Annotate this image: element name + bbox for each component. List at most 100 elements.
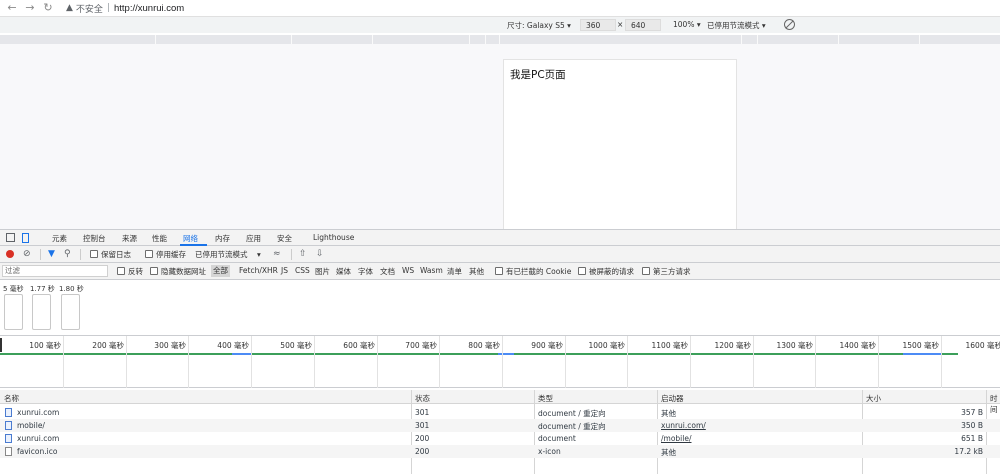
- type-filter-xhr[interactable]: Fetch/XHR: [239, 266, 278, 275]
- timeline-gridline: [377, 336, 378, 388]
- device-screen: 我是PC页面: [503, 59, 737, 229]
- insecure-label[interactable]: 不安全: [76, 2, 103, 15]
- hide-data-urls-label: 隐藏数据网址: [161, 267, 206, 276]
- network-toolbar: ⊘ ▼ ⚲ 保留日志 停用缓存 已停用节流模式 ▾ ≈ ⇧ ⇩: [0, 246, 1000, 263]
- reload-icon[interactable]: ↻: [42, 2, 54, 14]
- url-field[interactable]: http://xunrui.com: [114, 3, 184, 14]
- height-input[interactable]: 640: [625, 19, 661, 31]
- row-type: document / 重定向: [538, 422, 606, 431]
- filter-input[interactable]: 过滤: [2, 265, 108, 277]
- col-name[interactable]: 名称: [4, 393, 19, 404]
- device-toggle-icon[interactable]: [22, 233, 29, 243]
- devtools-tabbar: 元素 控制台 来源 性能 网络 内存 应用 安全 Lighthouse: [0, 229, 1000, 246]
- timeline-tick-label: 400 毫秒: [217, 341, 249, 350]
- type-filter-js[interactable]: JS: [281, 266, 288, 275]
- row-status: 301: [415, 421, 430, 430]
- hide-data-urls-checkbox[interactable]: [150, 267, 158, 275]
- tab-network[interactable]: 网络: [183, 233, 198, 244]
- zoom-select[interactable]: 100% ▾: [673, 20, 701, 29]
- timeline-tick-label: 300 毫秒: [154, 341, 186, 350]
- col-initiator[interactable]: 启动器: [661, 393, 684, 404]
- row-initiator-link[interactable]: xunrui.com/: [661, 421, 706, 430]
- invert-label: 反转: [128, 267, 143, 276]
- device-select[interactable]: 尺寸: Galaxy S5 ▾: [507, 20, 571, 31]
- type-filter-ws[interactable]: WS: [402, 266, 414, 275]
- row-size: 651 B: [961, 434, 983, 443]
- type-filter-manifest[interactable]: 清单: [447, 266, 462, 277]
- record-icon[interactable]: [6, 250, 14, 258]
- table-row[interactable]: favicon.ico 200 x-icon 其他 17.2 kB: [0, 445, 1000, 458]
- tab-security[interactable]: 安全: [277, 233, 292, 244]
- tab-sources[interactable]: 来源: [122, 233, 137, 244]
- wifi-settings-icon[interactable]: ≈: [273, 249, 281, 259]
- row-name: xunrui.com: [17, 408, 60, 417]
- tab-console[interactable]: 控制台: [83, 233, 106, 244]
- row-initiator-link[interactable]: /mobile/: [661, 434, 692, 443]
- col-size[interactable]: 大小: [866, 393, 881, 404]
- screenshot-frame[interactable]: [4, 294, 23, 330]
- arrow-left-icon[interactable]: ←: [6, 2, 18, 14]
- network-throttle-select[interactable]: 已停用节流模式 ▾: [195, 249, 261, 260]
- row-status: 200: [415, 447, 430, 456]
- timeline-gridline: [188, 336, 189, 388]
- upload-icon[interactable]: ⇧: [299, 249, 307, 259]
- inspect-icon[interactable]: [6, 233, 15, 242]
- timeline-tick-label: 1600 毫秒: [965, 341, 1000, 350]
- timeline-bar-download: [498, 353, 514, 355]
- blocked-cookies-checkbox[interactable]: [495, 267, 503, 275]
- tab-memory[interactable]: 内存: [215, 233, 230, 244]
- filter-icon[interactable]: ▼: [48, 249, 55, 259]
- table-row[interactable]: xunrui.com 200 document /mobile/ 651 B: [0, 432, 1000, 445]
- timeline-gridline: [627, 336, 628, 388]
- type-filter-img[interactable]: 图片: [315, 266, 330, 277]
- preserve-log-checkbox[interactable]: [90, 250, 98, 258]
- type-filter-css[interactable]: CSS: [295, 266, 310, 275]
- row-name: mobile/: [17, 421, 45, 430]
- timeline-gridline: [941, 336, 942, 388]
- download-icon[interactable]: ⇩: [316, 249, 324, 259]
- type-filter-other[interactable]: 其他: [469, 266, 484, 277]
- invert-checkbox[interactable]: [117, 267, 125, 275]
- third-party-checkbox[interactable]: [642, 267, 650, 275]
- warning-icon[interactable]: ▲: [66, 3, 73, 13]
- media-query-ruler[interactable]: [0, 35, 1000, 44]
- col-type[interactable]: 类型: [538, 393, 553, 404]
- type-filter-all[interactable]: 全部: [211, 265, 230, 277]
- arrow-right-icon[interactable]: →: [24, 2, 36, 14]
- search-icon[interactable]: ⚲: [64, 249, 71, 259]
- row-size: 357 B: [961, 408, 983, 417]
- type-filter-font[interactable]: 字体: [358, 266, 373, 277]
- screenshot-frame[interactable]: [32, 294, 51, 330]
- timeline-tick-label: 600 毫秒: [343, 341, 375, 350]
- tab-application[interactable]: 应用: [246, 233, 261, 244]
- timeline-start-marker: [0, 338, 2, 352]
- blocked-requests-checkbox[interactable]: [578, 267, 586, 275]
- row-size: 350 B: [961, 421, 983, 430]
- col-status[interactable]: 状态: [415, 393, 430, 404]
- tab-lighthouse[interactable]: Lighthouse: [313, 233, 354, 242]
- tab-elements[interactable]: 元素: [52, 233, 67, 244]
- timeline-gridline: [251, 336, 252, 388]
- table-row[interactable]: xunrui.com 301 document / 重定向 其他 357 B: [0, 406, 1000, 419]
- timeline-tick-label: 900 毫秒: [531, 341, 563, 350]
- timeline-overview[interactable]: 100 毫秒 200 毫秒 300 毫秒 400 毫秒 500 毫秒 600 毫秒 700 …: [0, 336, 1000, 388]
- timeline-gridline: [439, 336, 440, 388]
- divider: |: [106, 3, 110, 13]
- table-header: 名称 状态 类型 启动器 大小 时间: [0, 390, 1000, 414]
- throttle-select[interactable]: 已停用节流模式 ▾: [707, 20, 766, 31]
- width-input[interactable]: 360: [580, 19, 616, 31]
- clear-icon[interactable]: ⊘: [23, 249, 31, 259]
- table-row[interactable]: mobile/ 301 document / 重定向 xunrui.com/ 3…: [0, 419, 1000, 432]
- disable-cache-checkbox[interactable]: [145, 250, 153, 258]
- row-name: favicon.ico: [17, 447, 58, 456]
- timeline-tick-label: 1500 毫秒: [902, 341, 939, 350]
- preserve-log-label: 保留日志: [101, 250, 131, 259]
- screenshot-frame[interactable]: [61, 294, 80, 330]
- rotate-icon[interactable]: [784, 19, 795, 30]
- filter-bar: 过滤 反转 隐藏数据网址 全部 Fetch/XHR JS CSS 图片 媒体 字…: [0, 263, 1000, 280]
- type-filter-doc[interactable]: 文档: [380, 266, 395, 277]
- document-icon: [5, 421, 12, 430]
- type-filter-wasm[interactable]: Wasm: [420, 266, 443, 275]
- tab-performance[interactable]: 性能: [152, 233, 167, 244]
- type-filter-media[interactable]: 媒体: [336, 266, 351, 277]
